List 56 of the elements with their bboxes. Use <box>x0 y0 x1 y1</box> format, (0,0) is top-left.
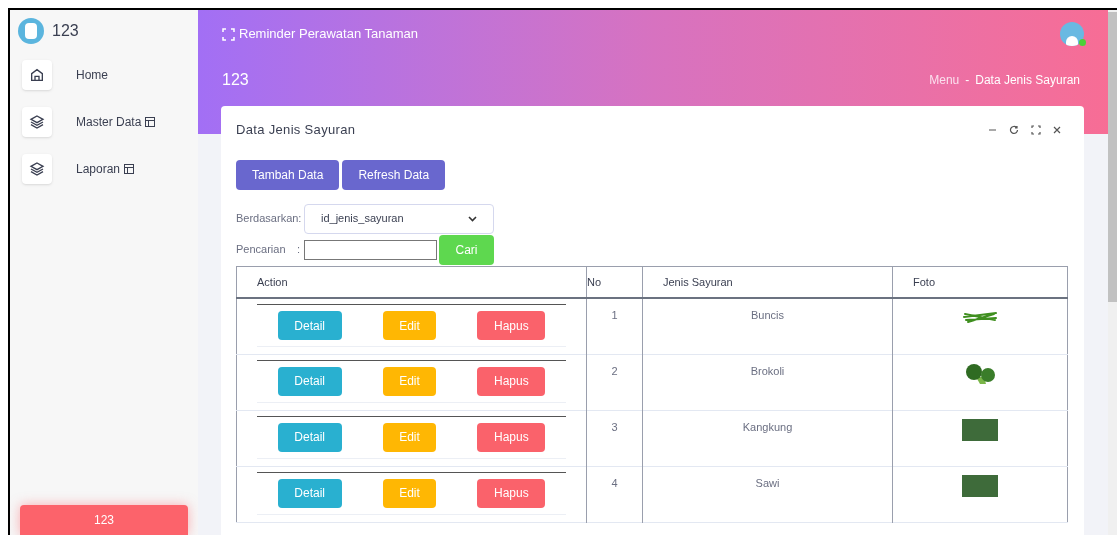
row-action-button[interactable]: Edit <box>383 478 436 508</box>
row-action-button[interactable]: Edit <box>383 366 436 396</box>
row-action-button[interactable]: Detail <box>277 366 342 396</box>
fullscreen-icon[interactable] <box>222 27 235 41</box>
sidebar-item[interactable]: Laporan <box>22 154 186 184</box>
sidebar-item[interactable]: Master Data <box>22 107 186 137</box>
breadcrumb-item: Data Jenis Sayuran <box>975 72 1080 89</box>
card-title: Data Jenis Sayuran <box>236 121 356 139</box>
filter-label: Berdasarkan: <box>236 211 303 227</box>
filter-select[interactable]: id_jenis_sayuran <box>304 203 494 234</box>
search-button[interactable]: Cari <box>439 234 494 265</box>
search-label: Pencarian <box>236 242 287 258</box>
close-icon[interactable] <box>1053 125 1061 134</box>
row-action-button[interactable]: Hapus <box>477 422 546 452</box>
row-action-button[interactable]: Hapus <box>477 311 546 340</box>
table-cell: 2 <box>586 354 643 410</box>
column-header: Jenis Sayuran <box>642 266 893 298</box>
row-action-button[interactable]: Hapus <box>477 478 546 508</box>
chevron-down-icon <box>468 215 477 222</box>
search-separator: : <box>297 242 302 258</box>
scrollbar[interactable] <box>1108 10 1117 535</box>
column-header: Action <box>236 266 587 298</box>
breadcrumb-separator: - <box>965 72 970 89</box>
toolbar-button[interactable]: Refresh Data <box>342 159 446 190</box>
table-cell: Sawi <box>642 466 893 522</box>
table-cell: 3 <box>586 410 643 466</box>
plant-photo-placeholder <box>962 418 998 441</box>
table-cell: Brokoli <box>642 354 893 410</box>
table-cell: 4 <box>586 466 643 522</box>
column-header: No <box>586 266 643 298</box>
row-action-button[interactable]: Edit <box>383 422 436 452</box>
home-icon <box>29 67 45 83</box>
expand-icon[interactable] <box>1031 124 1041 135</box>
search-field[interactable] <box>304 239 437 260</box>
row-action-button[interactable]: Detail <box>277 311 342 340</box>
user-avatar[interactable] <box>1060 22 1084 46</box>
plant-photo-placeholder <box>962 474 998 497</box>
breadcrumb-item[interactable]: Menu <box>929 71 960 89</box>
logo-icon <box>18 18 44 44</box>
layers-icon <box>29 114 45 130</box>
page-title: 123 <box>222 70 249 90</box>
row-action-button[interactable]: Edit <box>383 311 436 340</box>
column-header: Foto <box>892 266 1068 298</box>
table-cell: Buncis <box>642 298 893 354</box>
reload-icon[interactable] <box>1009 124 1019 135</box>
row-action-button[interactable]: Detail <box>277 422 342 452</box>
row-action-button[interactable]: Hapus <box>477 366 546 396</box>
row-action-button[interactable]: Detail <box>277 478 342 508</box>
layers-icon <box>29 161 45 177</box>
app-title: Reminder Perawatan Tanaman <box>239 25 418 44</box>
table-cell: 1 <box>586 298 643 354</box>
table-cell: Kangkung <box>642 410 893 466</box>
toolbar-button[interactable]: Tambah Data <box>236 159 340 190</box>
brand-title: 123 <box>52 21 79 41</box>
sidebar-item[interactable]: Home <box>22 60 186 90</box>
sidebar-footer-button[interactable]: 123 <box>20 505 188 535</box>
